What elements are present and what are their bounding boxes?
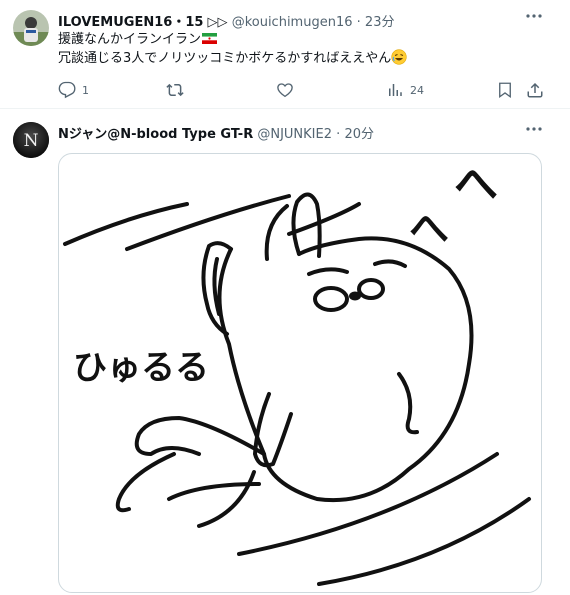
reply-count: 1 [82,83,89,97]
views-icon [389,84,402,96]
sticker-text-left: ひゅるる [73,348,209,388]
tweet-header: Nジャン@N-blood Type GT-R @NJUNKIE2 · 20分 [58,123,374,142]
more-icon[interactable] [524,6,544,30]
reply-icon [58,81,76,99]
avatar[interactable]: N [13,122,49,158]
retweet-button[interactable] [166,80,184,100]
reply-button[interactable]: 1 [58,80,89,100]
iran-flag-icon [202,33,218,44]
sticker-text-right-1: へ [454,159,498,210]
rolling-laughing-emoji-icon [391,49,407,65]
tweet-line-1: 援護なんかイランイラン [58,30,407,49]
avatar[interactable] [13,10,49,46]
tweet-line-2: 冗談通じる3人でノリツッコミかボケるかすればええやん [58,49,407,68]
timestamp[interactable]: 23分 [365,15,395,30]
separator: · [356,15,361,30]
more-icon[interactable] [524,119,544,143]
bunny-sticker-image: ひゅるる へ へ [63,159,531,586]
action-bar: 1 24 [58,80,548,100]
like-icon [277,83,293,98]
avatar-letter: N [24,131,39,151]
bookmark-icon [499,82,511,99]
views-button[interactable]: 24 [386,80,424,100]
retweet-icon [166,83,184,97]
tweet-image[interactable]: ひゅるる へ へ [58,153,542,593]
view-count: 24 [410,83,424,97]
tweet-text: 援護なんかイランイラン 冗談通じる3人でノリツッコミかボケるかすればええやん [58,30,407,68]
verified-suffix: ▷▷ [207,15,228,30]
tweet-line-1-text: 援護なんかイランイラン [58,32,202,47]
share-button[interactable] [526,80,544,100]
timestamp[interactable]: 20分 [344,127,374,142]
like-button[interactable] [276,80,294,100]
tweet-header: ILOVEMUGEN16・15 ▷▷ @kouichimugen16 · 23分 [58,11,394,30]
handle[interactable]: @kouichimugen16 [232,15,353,30]
tweet-line-2-text: 冗談通じる3人でノリツッコミかボケるかすればええやん [58,51,392,66]
tweet-1[interactable]: ILOVEMUGEN16・15 ▷▷ @kouichimugen16 · 23分… [0,0,570,108]
display-name[interactable]: Nジャン@N-blood Type GT-R [58,127,253,142]
handle[interactable]: @NJUNKIE2 [257,127,332,142]
bookmark-button[interactable] [496,80,514,100]
share-icon [527,82,543,98]
separator: · [336,127,341,142]
display-name[interactable]: ILOVEMUGEN16・15 [58,15,203,30]
sticker-text-right-2: へ [409,206,449,252]
